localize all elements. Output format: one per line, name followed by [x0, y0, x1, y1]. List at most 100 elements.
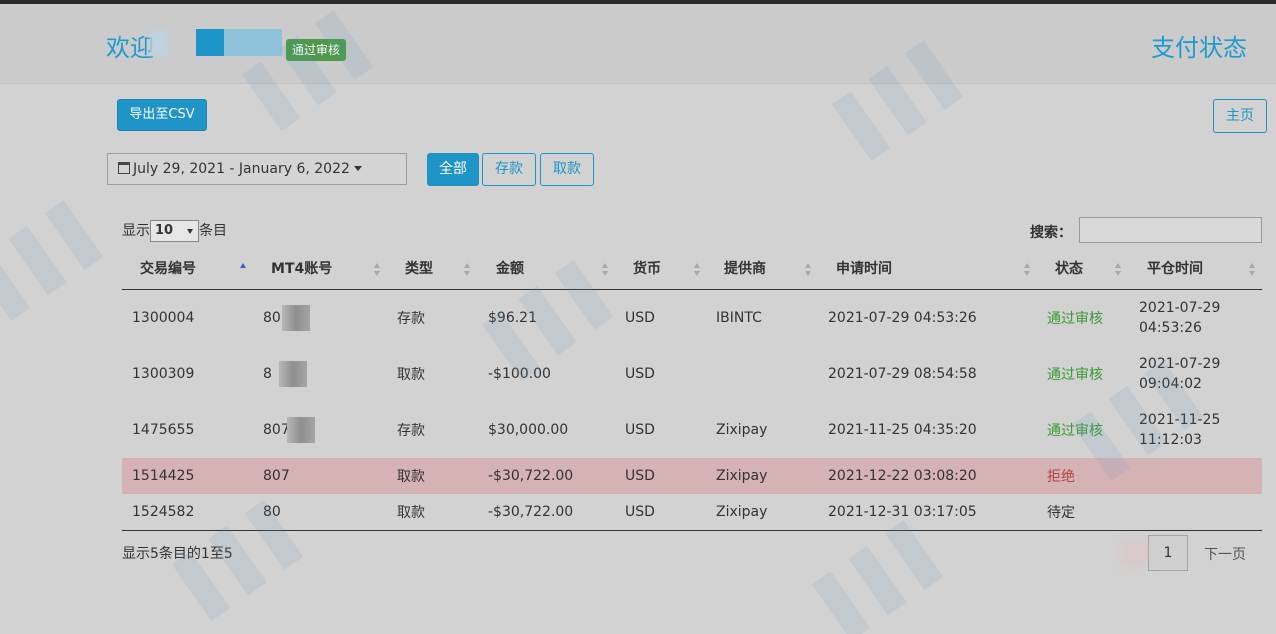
- table-row: 1514425 807 取款 -$30,722.00 USD Zixipay 2…: [122, 458, 1262, 494]
- cell-type: 取款: [397, 469, 425, 485]
- cell-requested: 2021-07-29 04:53:26: [828, 310, 977, 326]
- sort-icon[interactable]: [1115, 263, 1122, 277]
- sort-icon[interactable]: [602, 263, 609, 277]
- filter-all-button[interactable]: 全部: [427, 153, 479, 186]
- show-suffix: 条目: [199, 223, 227, 239]
- redacted-account: [278, 361, 307, 387]
- search-input[interactable]: [1079, 217, 1262, 243]
- table-row: 1300309 8 取款 -$100.00 USD 2021-07-29 08:…: [122, 346, 1262, 402]
- cell-account: 8: [263, 346, 307, 402]
- sort-icon[interactable]: [374, 263, 381, 277]
- column-header-provider[interactable]: 提供商: [724, 250, 766, 290]
- caret-down-icon: [353, 166, 362, 171]
- redacted-username: [196, 29, 282, 56]
- filter-deposit-button[interactable]: 存款: [482, 153, 536, 186]
- redacted-account: [286, 417, 315, 443]
- calendar-icon: [118, 162, 130, 174]
- cell-type: 取款: [397, 367, 425, 383]
- closed-date: 2021-07-29: [1139, 356, 1221, 372]
- select-arrow-icon: [187, 229, 193, 234]
- cell-account: 807: [263, 458, 290, 494]
- cell-status: 通过审核: [1047, 311, 1103, 327]
- account-status-badge: 通过审核: [286, 39, 347, 61]
- account-prefix: 807: [263, 468, 290, 484]
- cell-id: 1514425: [132, 468, 195, 484]
- cell-currency: USD: [625, 366, 655, 382]
- cell-currency: USD: [625, 504, 655, 520]
- sort-icon[interactable]: [464, 263, 471, 277]
- closed-time: 11:12:03: [1139, 432, 1202, 448]
- closed-date: 2021-11-25: [1139, 412, 1221, 428]
- cell-id: 1524582: [132, 504, 195, 520]
- page-1-button[interactable]: 1: [1148, 535, 1188, 571]
- account-prefix: 80: [263, 310, 281, 326]
- account-prefix: 807: [263, 422, 290, 438]
- cell-requested: 2021-12-22 03:08:20: [828, 468, 977, 484]
- cell-currency: USD: [625, 422, 655, 438]
- table-bottom-border: [122, 530, 1262, 531]
- column-header-requested[interactable]: 申请时间: [836, 250, 892, 290]
- sort-icon[interactable]: [694, 263, 701, 277]
- date-range-picker[interactable]: July 29, 2021 - January 6, 2022: [107, 153, 407, 185]
- sort-asc-icon[interactable]: [240, 263, 247, 277]
- page-title: 支付状态: [1151, 34, 1247, 62]
- cell-account: 80: [263, 494, 281, 530]
- cell-provider: Zixipay: [716, 468, 768, 484]
- column-header-currency[interactable]: 货币: [633, 250, 661, 290]
- column-header-amount[interactable]: 金额: [496, 250, 524, 290]
- cell-type: 取款: [397, 505, 425, 521]
- cell-currency: USD: [625, 310, 655, 326]
- cell-amount: $96.21: [488, 310, 537, 326]
- redacted-account: [281, 305, 310, 331]
- cell-amount: -$30,722.00: [488, 468, 574, 484]
- search-label: 搜索：: [1030, 225, 1072, 241]
- sort-icon[interactable]: [805, 263, 812, 277]
- account-prefix: 80: [263, 504, 281, 520]
- cell-provider: Zixipay: [716, 504, 768, 520]
- sort-icon[interactable]: [1249, 263, 1256, 277]
- filter-withdraw-button[interactable]: 取款: [540, 153, 594, 186]
- cell-status: 通过审核: [1047, 367, 1103, 383]
- cell-provider: Zixipay: [716, 422, 768, 438]
- sort-icon[interactable]: [1024, 263, 1031, 277]
- page-header: 欢迎 通过审核 支付状态: [0, 4, 1276, 84]
- watermark: ▌▌▌: [0, 187, 122, 321]
- export-csv-button[interactable]: 导出至CSV: [117, 99, 207, 131]
- cell-amount: -$30,722.00: [488, 504, 574, 520]
- column-header-status[interactable]: 状态: [1055, 250, 1083, 290]
- column-header-account[interactable]: MT4账号: [271, 250, 332, 290]
- cell-closed: 2021-11-25 11:12:03: [1139, 402, 1220, 458]
- table-info: 显示5条目的1至5: [122, 546, 233, 562]
- table-row: 1300004 80 存款 $96.21 USD IBINTC 2021-07-…: [122, 290, 1262, 346]
- table-row: 1475655 807 存款 $30,000.00 USD Zixipay 20…: [122, 402, 1262, 458]
- date-range-text: July 29, 2021 - January 6, 2022: [133, 161, 350, 177]
- table-row: 1524582 80 取款 -$30,722.00 USD Zixipay 20…: [122, 494, 1262, 530]
- cell-type: 存款: [397, 311, 425, 327]
- cell-requested: 2021-07-29 08:54:58: [828, 366, 977, 382]
- closed-time: 09:04:02: [1139, 376, 1202, 392]
- cell-closed: 2021-07-29 09:04:02: [1139, 346, 1220, 402]
- page-size-value: 10: [155, 223, 174, 238]
- cell-id: 1300004: [132, 310, 195, 326]
- cell-id: 1475655: [132, 422, 195, 438]
- show-prefix: 显示: [122, 223, 150, 239]
- transactions-table: 交易编号 MT4账号 类型 金额 货币 提供商 申请时间 状态 平仓时间 130…: [122, 250, 1262, 531]
- cell-amount: -$100.00: [488, 366, 551, 382]
- column-header-id[interactable]: 交易编号: [140, 250, 196, 290]
- account-prefix: 8: [263, 366, 272, 382]
- cell-id: 1300309: [132, 366, 195, 382]
- cell-requested: 2021-11-25 04:35:20: [828, 422, 977, 438]
- cell-currency: USD: [625, 468, 655, 484]
- column-header-type[interactable]: 类型: [405, 250, 433, 290]
- page-size-select[interactable]: 10: [150, 220, 199, 242]
- cell-closed: 2021-07-29 04:53:26: [1139, 290, 1220, 346]
- redacted-name: [150, 30, 168, 56]
- cell-requested: 2021-12-31 03:17:05: [828, 504, 977, 520]
- column-header-closed[interactable]: 平仓时间: [1147, 250, 1203, 290]
- welcome-text: 欢迎: [106, 34, 154, 62]
- next-page-button[interactable]: 下一页: [1204, 544, 1246, 564]
- cell-status: 待定: [1047, 505, 1075, 521]
- table-header: 交易编号 MT4账号 类型 金额 货币 提供商 申请时间 状态 平仓时间: [122, 250, 1262, 290]
- cell-account: 807: [263, 402, 315, 458]
- home-button[interactable]: 主页: [1213, 99, 1267, 133]
